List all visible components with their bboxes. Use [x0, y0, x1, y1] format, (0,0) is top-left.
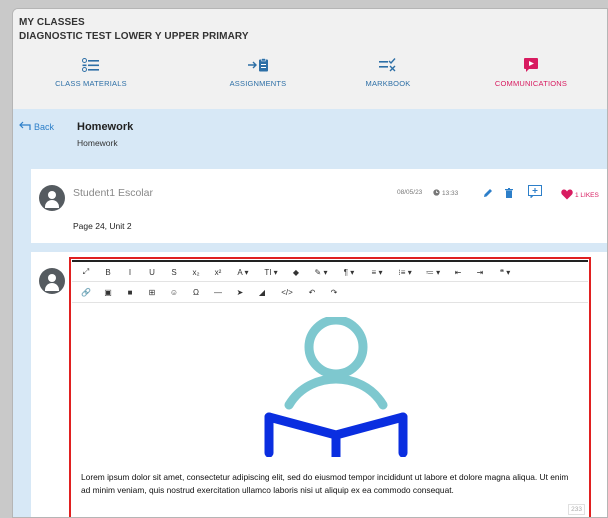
toolbar-button[interactable]: Ω	[185, 288, 207, 297]
avatar	[39, 185, 65, 211]
toolbar-button[interactable]: ◢	[251, 288, 273, 297]
page-title: Homework	[77, 121, 134, 133]
post-time-wrap: 13:33	[433, 189, 458, 198]
tab-communications[interactable]: COMMUNICATIONS	[471, 53, 591, 88]
toolbar-button[interactable]: I	[119, 268, 141, 277]
pencil-icon	[483, 185, 493, 203]
clipboard-icon	[198, 53, 318, 77]
class-nav: CLASS MATERIALS ASSIGNMENTS MARKBOOK COM…	[13, 53, 607, 97]
class-header: MY CLASSES DIAGNOSTIC TEST LOWER Y UPPER…	[13, 9, 607, 109]
toolbar-button[interactable]: ⤢	[75, 267, 97, 277]
toolbar-button[interactable]: ■	[119, 288, 141, 297]
tab-label: COMMUNICATIONS	[494, 79, 568, 88]
toolbar-button[interactable]: ✎ ▾	[307, 268, 335, 277]
class-name: DIAGNOSTIC TEST LOWER Y UPPER PRIMARY	[19, 31, 249, 42]
toolbar-button[interactable]: TI ▾	[257, 268, 285, 277]
trash-icon	[505, 185, 513, 203]
toolbar-button[interactable]: ⇤	[447, 268, 469, 277]
toolbar-row-1: ⤢ B I U Sx₂ x² A ▾ TI ▾ ◆ ✎ ▾ ¶ ▾ ≡ ▾ ⁝≡ ▾ ≔ ▾ ⇤ ⇥ ❝ ▾	[75, 263, 519, 281]
toolbar-button[interactable]: U	[141, 268, 163, 277]
toolbar-button[interactable]: ⊞	[141, 288, 163, 297]
post-date: 08/05/23	[397, 189, 423, 196]
editor-body-text[interactable]: Lorem ipsum dolor sit amet, consectetur …	[81, 471, 571, 496]
toolbar-button[interactable]: A ▾	[229, 268, 257, 277]
toolbar-button[interactable]: ☺	[163, 288, 185, 297]
clock-icon	[433, 189, 440, 198]
toolbar-button[interactable]: ▣	[97, 288, 119, 297]
list-icon	[31, 53, 151, 77]
toolbar-button[interactable]: ◆	[285, 268, 307, 277]
likes-count: 1 LIKES	[575, 192, 599, 199]
section-title: MY CLASSES	[19, 17, 85, 28]
tab-label: ASSIGNMENTS	[229, 79, 287, 88]
toolbar-button[interactable]: ¶ ▾	[335, 268, 363, 277]
tab-assignments[interactable]: ASSIGNMENTS	[198, 53, 318, 88]
back-arrow-icon	[19, 121, 31, 132]
reader-illustration	[261, 315, 411, 462]
toolbar-button[interactable]: 🔗	[75, 288, 97, 297]
char-count: 233	[568, 504, 585, 515]
post-author: Student1 Escolar	[73, 187, 153, 199]
toolbar-button[interactable]: ↷	[323, 288, 345, 297]
toolbar-button[interactable]: x²	[207, 268, 229, 277]
edit-button[interactable]	[483, 185, 493, 203]
like-button[interactable]: 1 LIKES	[561, 189, 599, 202]
play-message-icon	[471, 53, 591, 77]
back-link[interactable]: Back	[19, 121, 54, 132]
heart-icon	[561, 189, 573, 202]
toolbar-button[interactable]: ≔ ▾	[419, 268, 447, 277]
tab-markbook[interactable]: MARKBOOK	[328, 53, 448, 88]
post-time: 13:33	[442, 190, 459, 197]
markbook-icon	[328, 53, 448, 77]
app-window: MY CLASSES DIAGNOSTIC TEST LOWER Y UPPER…	[12, 8, 608, 518]
toolbar-button[interactable]: S	[163, 268, 185, 277]
toolbar-button[interactable]: B	[97, 268, 119, 277]
toolbar-row-2: 🔗 ▣ ■ ⊞ ☺ Ω — ➤ ◢ </> ↶ ↷	[75, 283, 345, 301]
toolbar-button[interactable]: </>	[273, 288, 301, 297]
back-label: Back	[34, 121, 55, 132]
toolbar-button[interactable]: ⁝≡ ▾	[391, 268, 419, 277]
toolbar-button[interactable]: ≡ ▾	[363, 268, 391, 277]
delete-button[interactable]	[505, 185, 513, 203]
toolbar-button[interactable]: ❝ ▾	[491, 268, 519, 277]
add-comment-icon	[528, 185, 542, 203]
toolbar-button[interactable]: ⇥	[469, 268, 491, 277]
toolbar-button[interactable]: ↶	[301, 288, 323, 297]
rich-text-editor[interactable]: ⤢ B I U Sx₂ x² A ▾ TI ▾ ◆ ✎ ▾ ¶ ▾ ≡ ▾ ⁝≡ ▾ ≔ ▾ ⇤ ⇥ ❝ ▾ 🔗…	[69, 257, 591, 517]
tab-label: MARKBOOK	[365, 79, 411, 88]
tab-label: CLASS MATERIALS	[55, 79, 127, 88]
toolbar-button[interactable]: x₂	[185, 268, 207, 277]
tab-class-materials[interactable]: CLASS MATERIALS	[31, 53, 151, 88]
avatar	[39, 268, 65, 294]
reply-button[interactable]	[528, 185, 542, 203]
toolbar-button[interactable]: —	[207, 288, 229, 297]
toolbar-button[interactable]: ➤	[229, 288, 251, 297]
page-subtitle: Homework	[77, 138, 118, 148]
post-text: Page 24, Unit 2	[73, 221, 132, 231]
post-card: Student1 Escolar 08/05/23 13:33 1 LIKES …	[31, 169, 607, 243]
